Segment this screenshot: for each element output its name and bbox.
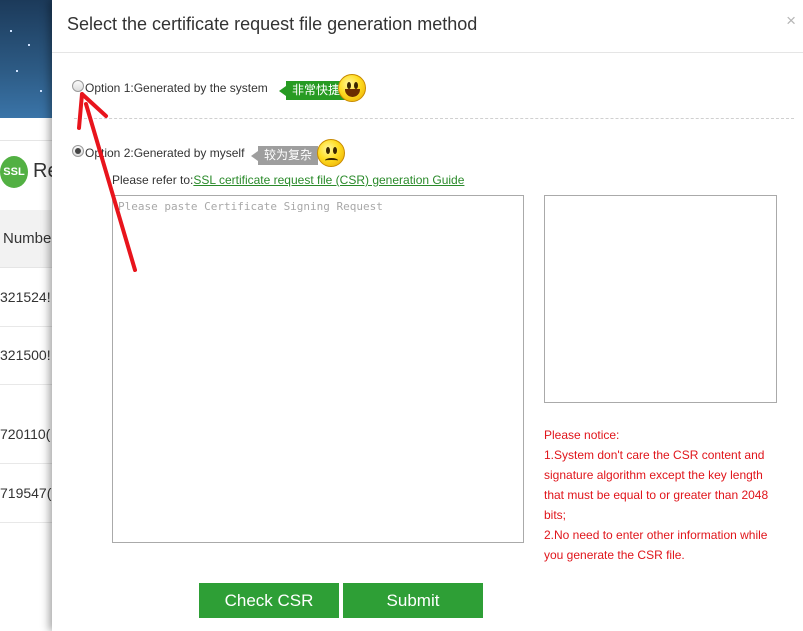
csr-result-panel [544, 195, 777, 403]
option2-radio[interactable] [72, 145, 84, 157]
dialog-header: Select the certificate request file gene… [52, 0, 803, 53]
table-cell: 321500! [0, 347, 51, 363]
option1-fast-tag: 非常快捷 [278, 81, 347, 100]
refer-prefix: Please refer to: [112, 173, 194, 187]
csr-textarea[interactable] [112, 195, 524, 543]
table-cell: 719547( [0, 485, 52, 501]
background-divider [0, 140, 60, 141]
option1-radio[interactable] [72, 80, 84, 92]
table-cell: 720110( [0, 426, 51, 442]
dialog-title: Select the certificate request file gene… [67, 14, 478, 34]
table-cell: 321524! [0, 289, 51, 305]
background-banner [0, 0, 60, 118]
submit-button[interactable]: Submit [343, 583, 483, 618]
option2-label[interactable]: Option 2:Generated by myself [85, 146, 244, 160]
ssl-badge-icon: SSL [0, 156, 28, 188]
options-divider [74, 118, 794, 119]
csr-method-dialog: Select the certificate request file gene… [52, 0, 803, 631]
table-row[interactable]: 321524! [0, 269, 60, 327]
notice-heading: Please notice: [544, 428, 620, 442]
table-row[interactable]: 719547( [0, 465, 60, 523]
notice-panel: Please notice: 1.System don't care the C… [544, 425, 784, 565]
background-table-header: Numbe [0, 210, 60, 268]
csr-guide-reference: Please refer to:SSL certificate request … [112, 173, 464, 187]
option1-label[interactable]: Option 1:Generated by the system [85, 81, 268, 95]
notice-line-2: 2.No need to enter other information whi… [544, 528, 768, 562]
table-row[interactable]: 720110( [0, 406, 60, 464]
neutral-face-icon [317, 139, 345, 167]
close-icon[interactable]: × [786, 11, 796, 31]
background-column-header: Numbe [3, 230, 52, 247]
notice-line-1: 1.System don't care the CSR content and … [544, 448, 769, 522]
option2-complex-tag: 较为复杂 [250, 146, 319, 165]
happy-face-icon [338, 74, 366, 102]
table-row[interactable]: 321500! [0, 327, 60, 385]
check-csr-button[interactable]: Check CSR [199, 583, 339, 618]
csr-guide-link[interactable]: SSL certificate request file (CSR) gener… [193, 173, 464, 187]
